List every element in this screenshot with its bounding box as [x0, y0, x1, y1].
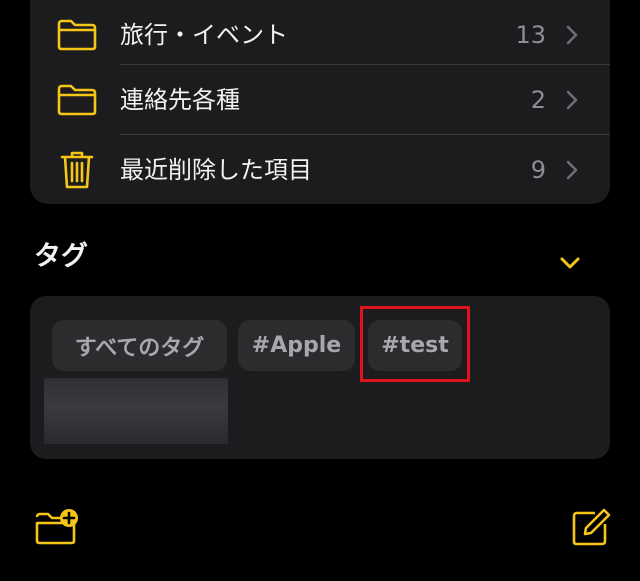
folder-row-travel-events[interactable]: 旅行・イベント 13 — [30, 0, 610, 70]
folder-count: 2 — [530, 86, 546, 114]
folder-label: 旅行・イベント — [120, 21, 288, 49]
folder-count: 13 — [515, 21, 546, 49]
trash-icon — [54, 150, 100, 190]
folder-row-contacts[interactable]: 連絡先各種 2 — [30, 65, 610, 135]
chevron-right-icon — [566, 90, 578, 110]
blurred-region — [44, 378, 228, 444]
folder-plus-icon[interactable] — [34, 508, 78, 548]
chevron-right-icon — [566, 25, 578, 45]
folder-list: 旅行・イベント 13 連絡先各種 2 最近削除した項目 9 — [30, 0, 610, 204]
folder-icon — [54, 80, 100, 120]
tag-chip-all[interactable]: すべてのタグ — [52, 320, 227, 371]
tags-section-title: タグ — [34, 241, 88, 272]
chevron-right-icon — [566, 160, 578, 180]
tags-card: すべてのタグ #Apple #test — [30, 296, 610, 459]
folder-count: 9 — [530, 156, 546, 184]
chevron-down-icon[interactable] — [558, 254, 582, 272]
folder-label: 連絡先各種 — [120, 86, 240, 114]
folder-label: 最近削除した項目 — [120, 156, 312, 184]
folder-icon — [54, 15, 100, 55]
highlight-box — [360, 306, 470, 382]
compose-icon[interactable] — [571, 507, 615, 547]
folder-row-recently-deleted[interactable]: 最近削除した項目 9 — [30, 135, 610, 205]
tag-chip-apple[interactable]: #Apple — [238, 320, 355, 371]
